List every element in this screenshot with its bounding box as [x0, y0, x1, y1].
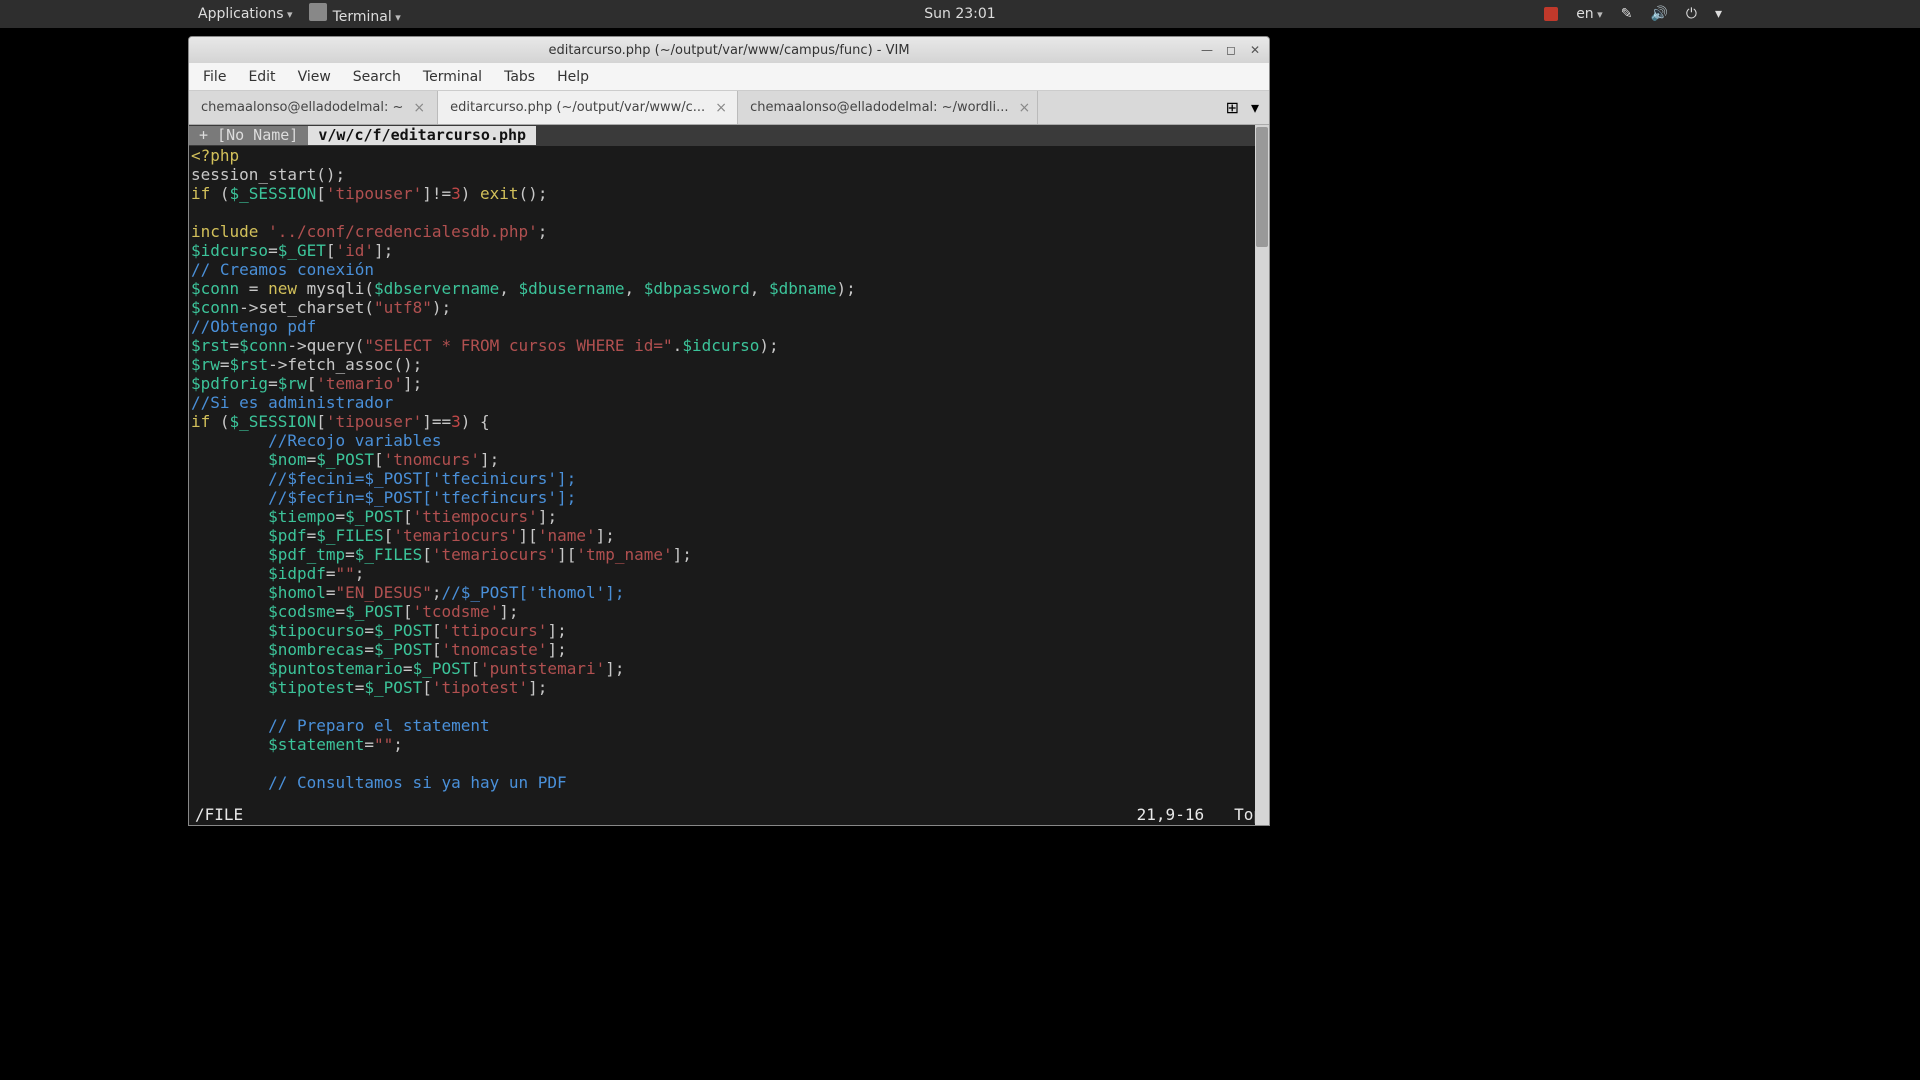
- terminal-body[interactable]: + [No Name] v/w/c/f/editarcurso.php <?ph…: [189, 125, 1269, 825]
- keyboard-layout[interactable]: en: [1576, 6, 1603, 22]
- menu-view[interactable]: View: [298, 69, 331, 85]
- tab-label: chemaalonso@elladodelmal: ~: [201, 100, 403, 115]
- minimize-button[interactable]: —: [1199, 43, 1215, 57]
- taskbar-app[interactable]: Terminal: [309, 3, 401, 25]
- recording-indicator-icon[interactable]: [1544, 7, 1558, 21]
- terminal-tab-1[interactable]: chemaalonso@elladodelmal: ~ ×: [189, 91, 438, 124]
- applications-menu[interactable]: Applications: [198, 6, 293, 22]
- menu-file[interactable]: File: [203, 69, 226, 85]
- vim-command: /FILE: [195, 805, 243, 824]
- terminal-window: editarcurso.php (~/output/var/www/campus…: [188, 36, 1270, 826]
- vim-cursor-pos: 21,9-16: [1137, 805, 1204, 824]
- terminal-tabbar: chemaalonso@elladodelmal: ~ × editarcurs…: [189, 91, 1269, 125]
- clock: Sun 23:01: [924, 6, 995, 22]
- tab-label: chemaalonso@elladodelmal: ~/wordli...: [750, 100, 1008, 115]
- terminal-app-icon: [309, 3, 327, 21]
- maximize-button[interactable]: ◻: [1223, 43, 1239, 57]
- volume-icon[interactable]: 🔊: [1650, 6, 1667, 22]
- menu-terminal[interactable]: Terminal: [423, 69, 482, 85]
- menu-tabs[interactable]: Tabs: [504, 69, 535, 85]
- vim-statusline: /FILE 21,9-16 Top: [189, 803, 1269, 825]
- tab-close-icon[interactable]: ×: [715, 100, 727, 116]
- vim-tab-noname[interactable]: + [No Name]: [189, 126, 308, 145]
- tab-label: editarcurso.php (~/output/var/www/c...: [450, 100, 705, 115]
- desktop-topbar: Applications Terminal Sun 23:01 en ✎ 🔊 ⏻…: [0, 0, 1920, 28]
- window-title: editarcurso.php (~/output/var/www/campus…: [548, 43, 909, 58]
- menu-chevron-icon[interactable]: ▾: [1715, 6, 1722, 22]
- code-area[interactable]: <?php session_start(); if ($_SESSION['ti…: [189, 146, 1269, 792]
- terminal-tab-3[interactable]: chemaalonso@elladodelmal: ~/wordli... ×: [738, 91, 1038, 124]
- menu-search[interactable]: Search: [353, 69, 401, 85]
- app-menubar: File Edit View Search Terminal Tabs Help: [189, 63, 1269, 91]
- power-icon[interactable]: ⏻: [1686, 6, 1697, 22]
- new-tab-button[interactable]: ⊞: [1226, 98, 1239, 117]
- tab-menu-icon[interactable]: ▾: [1251, 98, 1259, 117]
- tab-close-icon[interactable]: ×: [413, 100, 425, 116]
- tab-close-icon[interactable]: ×: [1019, 100, 1031, 116]
- vim-tabline: + [No Name] v/w/c/f/editarcurso.php: [189, 125, 1269, 146]
- close-button[interactable]: ✕: [1247, 43, 1263, 57]
- window-titlebar[interactable]: editarcurso.php (~/output/var/www/campus…: [189, 37, 1269, 63]
- vim-tab-file[interactable]: v/w/c/f/editarcurso.php: [308, 126, 536, 145]
- menu-edit[interactable]: Edit: [248, 69, 275, 85]
- edit-icon[interactable]: ✎: [1621, 6, 1633, 22]
- terminal-tab-2[interactable]: editarcurso.php (~/output/var/www/c... ×: [438, 91, 738, 124]
- menu-help[interactable]: Help: [557, 69, 589, 85]
